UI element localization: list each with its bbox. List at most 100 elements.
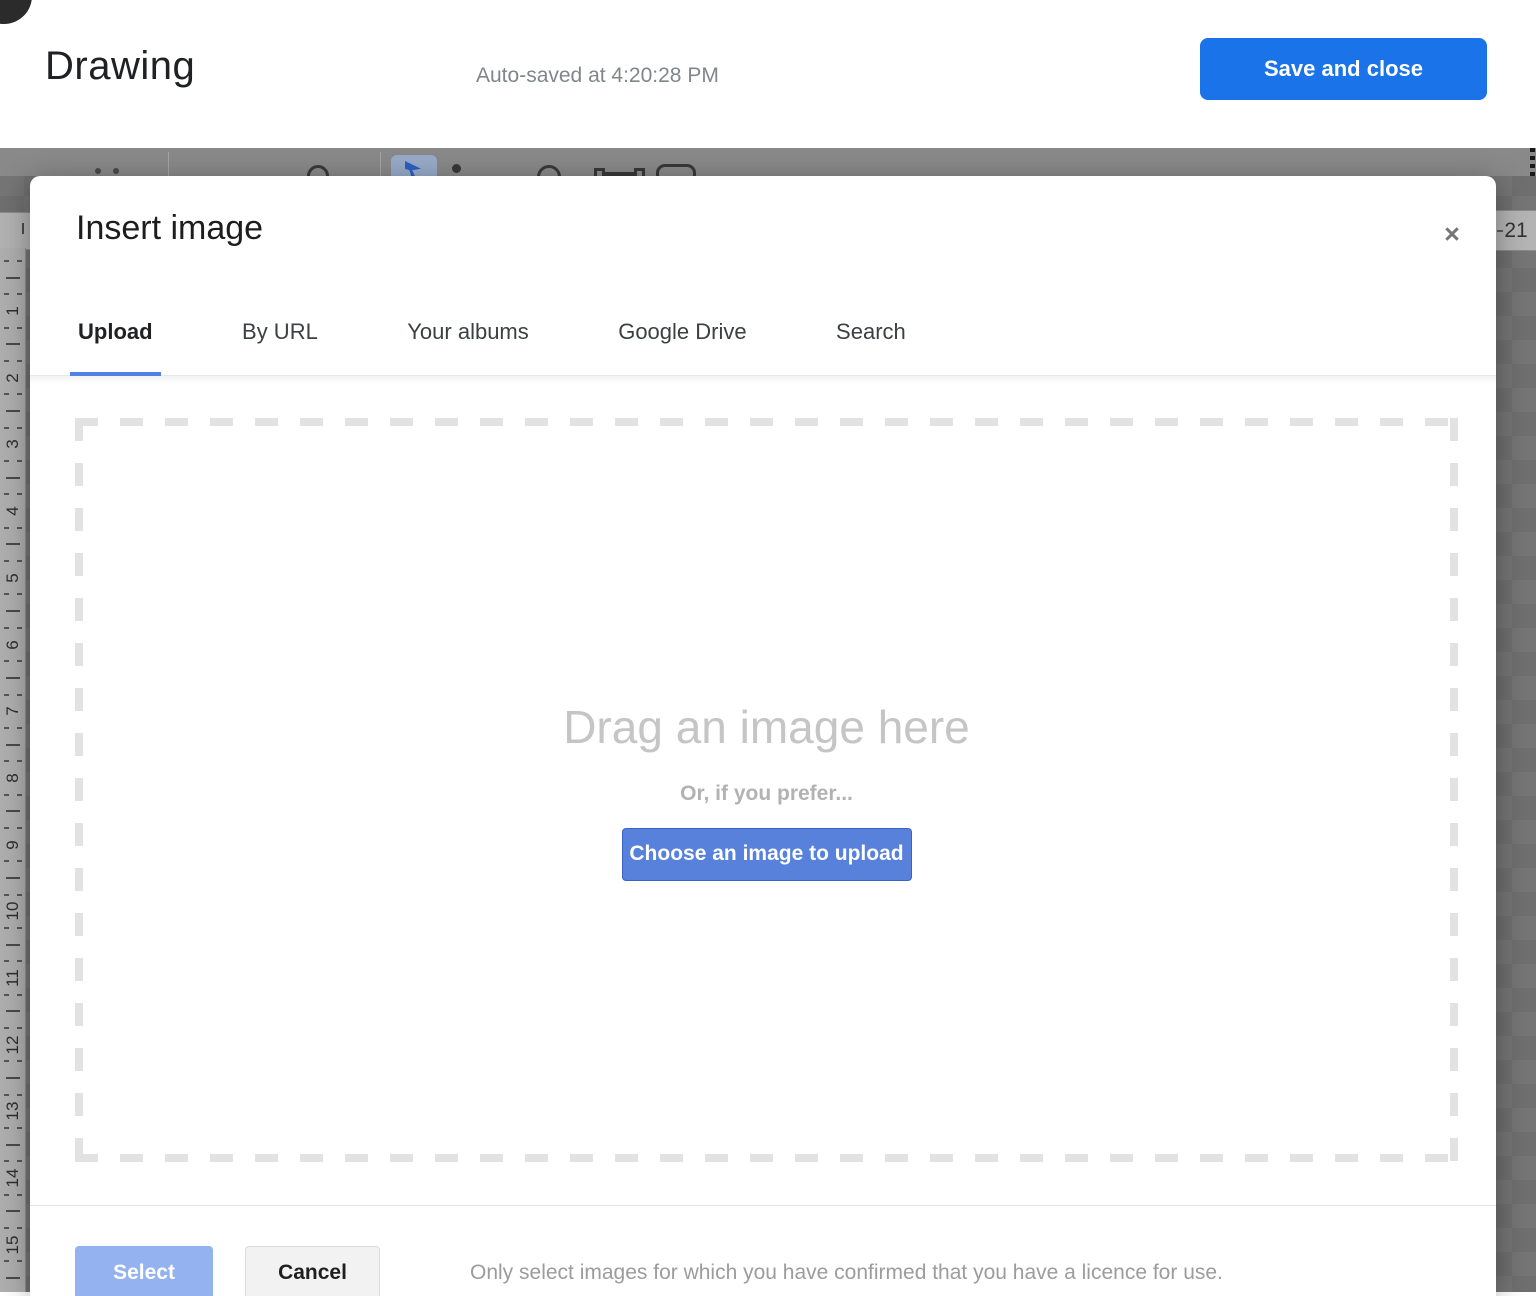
ruler-tick bbox=[4, 1260, 9, 1262]
ruler-tick bbox=[6, 944, 20, 946]
ruler-tick bbox=[17, 1194, 22, 1196]
ruler-tick bbox=[17, 1260, 22, 1262]
ruler-tick bbox=[17, 460, 22, 462]
ruler-tick bbox=[17, 627, 22, 629]
ruler-tick bbox=[6, 677, 20, 679]
ruler-tick bbox=[17, 560, 22, 562]
ruler-tick bbox=[17, 293, 22, 295]
ruler-number: 9 bbox=[2, 832, 24, 858]
ruler-tick bbox=[17, 727, 22, 729]
ruler-tick bbox=[4, 627, 9, 629]
ruler-number: 5 bbox=[2, 565, 24, 591]
ruler-tick bbox=[22, 223, 24, 234]
ruler-tick bbox=[17, 827, 22, 829]
ruler-tick bbox=[4, 960, 9, 962]
ruler-tick bbox=[6, 343, 20, 345]
ruler-tick bbox=[4, 994, 9, 996]
horizontal-ruler-left bbox=[0, 212, 30, 250]
image-dropzone[interactable]: Drag an image here Or, if you prefer... … bbox=[75, 418, 1458, 1162]
app-title: Drawing bbox=[45, 44, 195, 89]
ruler-number: 15 bbox=[2, 1232, 24, 1258]
ruler-number: 7 bbox=[2, 698, 24, 724]
ruler-tick bbox=[17, 593, 22, 595]
ruler-tick bbox=[4, 894, 9, 896]
ruler-tick bbox=[17, 1027, 22, 1029]
ruler-tick bbox=[4, 927, 9, 929]
ruler-tick bbox=[4, 260, 9, 262]
tab-your-albums[interactable]: Your albums bbox=[399, 319, 536, 375]
ruler-tick bbox=[4, 493, 9, 495]
ruler-tick bbox=[17, 694, 22, 696]
editor-toolbar bbox=[0, 148, 1536, 176]
ruler-tick bbox=[17, 493, 22, 495]
horizontal-ruler-right: 21 bbox=[1496, 210, 1536, 251]
tab-google-drive[interactable]: Google Drive bbox=[610, 319, 754, 375]
ruler-tick bbox=[4, 1227, 9, 1229]
ruler-tick bbox=[17, 1227, 22, 1229]
dialog-tabbar: Upload By URL Your albums Google Drive S… bbox=[30, 319, 1496, 376]
redo-icon bbox=[113, 168, 119, 174]
autosave-status: Auto-saved at 4:20:28 PM bbox=[476, 64, 719, 88]
ruler-tick bbox=[17, 1094, 22, 1096]
cancel-button[interactable]: Cancel bbox=[245, 1246, 380, 1296]
ruler-number: 4 bbox=[2, 498, 24, 524]
ruler-tick bbox=[6, 744, 20, 746]
vertical-ruler: 123456789101112131415 bbox=[0, 248, 26, 1292]
ruler-tick bbox=[17, 760, 22, 762]
ruler-tick bbox=[4, 760, 9, 762]
ruler-tick bbox=[6, 610, 20, 612]
ruler-number: 2 bbox=[2, 365, 24, 391]
tab-search[interactable]: Search bbox=[828, 319, 914, 375]
ruler-tick bbox=[4, 293, 9, 295]
ruler-tick bbox=[6, 1210, 20, 1212]
dialog-header: Insert image × Upload By URL Your albums… bbox=[30, 176, 1496, 376]
dialog-title: Insert image bbox=[76, 209, 263, 248]
ruler-tick bbox=[6, 543, 20, 545]
ruler-tick bbox=[4, 694, 9, 696]
ruler-tick bbox=[4, 327, 9, 329]
ruler-number: 8 bbox=[2, 765, 24, 791]
choose-image-button[interactable]: Choose an image to upload bbox=[622, 828, 912, 881]
dialog-content: Drag an image here Or, if you prefer... … bbox=[30, 376, 1496, 1205]
ruler-tick bbox=[6, 1077, 20, 1079]
ruler-tick bbox=[17, 960, 22, 962]
ruler-tick bbox=[17, 427, 22, 429]
ruler-tick bbox=[4, 1160, 9, 1162]
close-icon[interactable]: × bbox=[1434, 216, 1470, 252]
ruler-tick bbox=[4, 827, 9, 829]
undo-icon bbox=[95, 168, 101, 174]
ruler-tick bbox=[4, 427, 9, 429]
save-and-close-button[interactable]: Save and close bbox=[1200, 38, 1487, 100]
ruler-number: 12 bbox=[2, 1032, 24, 1058]
ruler-tick bbox=[4, 593, 9, 595]
scrollbar-fragment bbox=[1530, 148, 1535, 176]
ruler-tick bbox=[4, 360, 9, 362]
ruler-tick bbox=[4, 527, 9, 529]
ruler-tick bbox=[6, 877, 20, 879]
ruler-number: 14 bbox=[2, 1165, 24, 1191]
dropzone-headline: Drag an image here bbox=[563, 700, 970, 754]
ruler-tick bbox=[6, 277, 20, 279]
ruler-tick bbox=[4, 1127, 9, 1129]
ruler-tick bbox=[4, 860, 9, 862]
dialog-footer: Select Cancel Only select images for whi… bbox=[30, 1205, 1496, 1296]
ruler-tick bbox=[17, 327, 22, 329]
ruler-tick bbox=[4, 393, 9, 395]
ruler-tick bbox=[6, 1144, 20, 1146]
ruler-tick bbox=[17, 1060, 22, 1062]
ruler-tick bbox=[17, 894, 22, 896]
ruler-tick bbox=[17, 527, 22, 529]
line-tool-endpoint-icon bbox=[634, 168, 645, 176]
select-button[interactable]: Select bbox=[75, 1246, 213, 1296]
textbox-tool-icon bbox=[656, 164, 696, 176]
ruler-number: 1 bbox=[2, 298, 24, 324]
ruler-tick bbox=[6, 1277, 20, 1279]
ruler-number: 13 bbox=[2, 1098, 24, 1124]
ruler-tick bbox=[1497, 230, 1503, 232]
ruler-tick bbox=[17, 1127, 22, 1129]
ruler-tick bbox=[17, 660, 22, 662]
licence-notice: Only select images for which you have co… bbox=[470, 1246, 1223, 1296]
tab-upload[interactable]: Upload bbox=[70, 319, 161, 375]
tab-by-url[interactable]: By URL bbox=[234, 319, 326, 375]
ruler-tick bbox=[4, 1094, 9, 1096]
